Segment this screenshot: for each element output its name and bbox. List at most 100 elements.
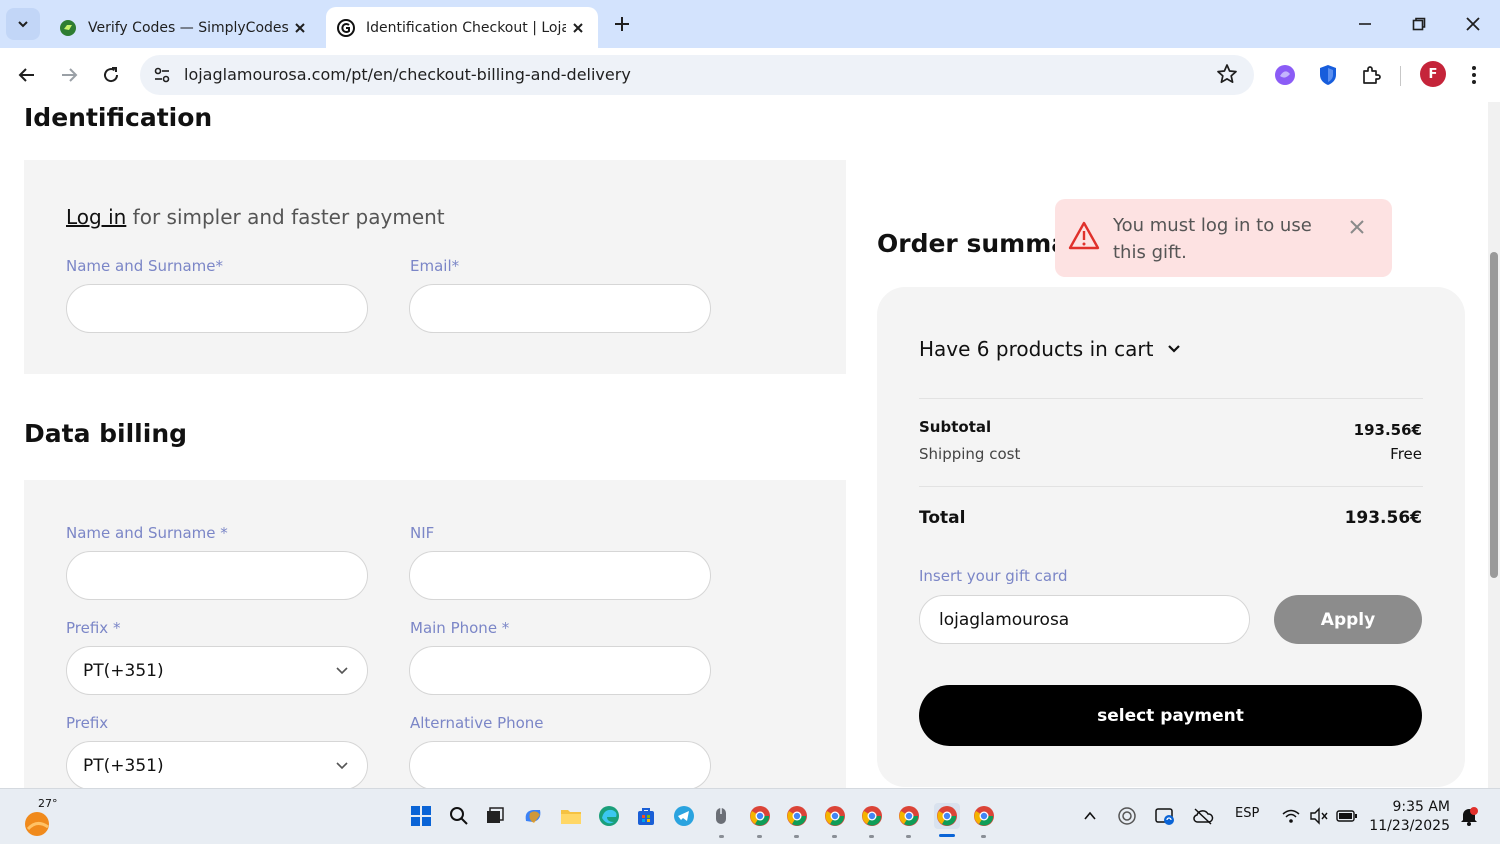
running-indicator [906,835,911,838]
profile-avatar[interactable]: F [1420,61,1446,87]
chrome-window-active[interactable] [934,803,960,829]
nif-input[interactable] [409,551,711,600]
summary-divider [919,398,1423,399]
wifi-icon[interactable] [1278,803,1304,829]
scrollbar-thumb[interactable] [1490,252,1498,578]
apply-gift-button[interactable]: Apply [1274,595,1422,644]
chrome-icon [937,806,957,826]
forward-button[interactable] [54,60,84,90]
subtotal-label: Subtotal [919,418,992,436]
cart-toggle-label: Have 6 products in cart [919,337,1154,361]
folder-icon [561,810,581,824]
reload-icon [104,67,119,83]
clock[interactable]: 9:35 AM 11/23/2025 [1369,798,1450,836]
id-email-input[interactable] [409,284,711,333]
running-indicator [869,835,874,838]
search-taskbar-button[interactable] [446,803,472,829]
tray-overflow-button[interactable] [1077,803,1103,829]
gift-card-value: lojaglamourosa [939,609,1070,630]
search-icon [450,807,468,825]
new-tab-button[interactable] [608,10,636,38]
main-phone-input[interactable] [409,646,711,695]
reload-button[interactable] [96,60,126,90]
address-bar[interactable]: lojaglamourosa.com/pt/en/checkout-billin… [140,55,1254,95]
extension-shield-icon[interactable] [1316,63,1340,87]
battery-icon[interactable] [1334,803,1360,829]
url-text[interactable]: lojaglamourosa.com/pt/en/checkout-billin… [184,65,631,84]
tab-strip: Verify Codes — SimplyCodes Identificatio… [0,0,1500,48]
minimize-button[interactable] [1350,10,1380,38]
mouse-icon [716,808,726,824]
chevron-up-icon [1084,811,1096,820]
login-link[interactable]: Log in [66,205,126,229]
bookmark-star-icon[interactable] [1216,63,1238,89]
notifications-icon[interactable] [1456,803,1482,829]
close-icon[interactable] [1347,217,1367,237]
gift-card-label: Insert your gift card [919,567,1068,585]
close-tab-icon[interactable] [288,16,312,40]
task-view-button[interactable] [482,803,508,829]
tab-simplycodes[interactable]: Verify Codes — SimplyCodes [48,7,320,48]
select-payment-button[interactable]: select payment [919,685,1422,746]
chrome-window-7[interactable] [971,803,997,829]
back-button[interactable] [12,60,42,90]
arrow-left-icon [18,68,34,82]
chrome-icon [750,806,770,826]
mouse-app-button[interactable] [708,803,734,829]
page-viewport: Identification Log in for simpler and fa… [0,102,1488,788]
tab-title: Identification Checkout | Loja Glamouros… [366,19,566,36]
shipping-value: Free [1390,445,1422,463]
weather-temperature: 27° [38,797,58,810]
chrome-icon [974,806,994,826]
nif-label: NIF [410,524,435,542]
tab-checkout[interactable]: Identification Checkout | Loja Glamouros… [326,7,598,48]
cloud-offline-icon[interactable] [1190,803,1216,829]
more-menu-icon[interactable] [1462,63,1486,87]
telegram-button[interactable] [671,803,697,829]
weather-widget[interactable]: 27° [22,797,62,837]
windows-logo-icon [411,806,431,826]
volume-muted-icon[interactable] [1306,803,1332,829]
error-toast: You must log in to use this gift. [1055,199,1392,277]
task-view-icon [487,807,504,823]
alt-phone-input[interactable] [409,741,711,788]
summary-divider [919,486,1423,487]
prefix-select[interactable]: PT(+351) [66,646,368,695]
store-icon [638,808,654,825]
extension-purple-icon[interactable] [1273,63,1297,87]
gift-card-input[interactable]: lojaglamourosa [919,595,1250,644]
extensions-puzzle-icon[interactable] [1359,63,1383,87]
arrow-right-icon [62,68,78,82]
restore-button[interactable] [1404,10,1434,38]
id-email-label: Email* [410,257,460,275]
billing-name-input[interactable] [66,551,368,600]
sync-icon[interactable] [1152,803,1178,829]
cart-toggle[interactable]: Have 6 products in cart [919,337,1181,361]
chrome-window-4[interactable] [859,803,885,829]
close-tab-icon[interactable] [566,16,590,40]
file-explorer-button[interactable] [558,803,584,829]
tab-search-button[interactable] [6,8,40,40]
site-info-button[interactable] [148,61,176,89]
prefix2-select[interactable]: PT(+351) [66,741,368,788]
chrome-window-3[interactable] [822,803,848,829]
start-button[interactable] [408,803,434,829]
close-window-button[interactable] [1458,10,1488,38]
prefix2-label: Prefix [66,714,109,732]
clock-date: 11/23/2025 [1369,818,1450,834]
prefix2-select-value: PT(+351) [83,755,164,776]
chrome-window-2[interactable] [784,803,810,829]
order-summary-panel: Have 6 products in cart Subtotal 193.56€… [877,287,1465,787]
edge-button[interactable] [596,803,622,829]
copilot-button[interactable] [520,803,546,829]
tab-title: Verify Codes — SimplyCodes [88,19,288,36]
prefix-label: Prefix * [66,619,121,637]
chrome-window-5[interactable] [896,803,922,829]
page-scrollbar[interactable] [1488,102,1500,788]
tray-app-icon[interactable] [1114,803,1140,829]
close-icon [1466,17,1480,31]
chrome-window-1[interactable] [747,803,773,829]
store-button[interactable] [633,803,659,829]
id-name-input[interactable] [66,284,368,333]
input-language[interactable]: ESP [1235,806,1259,821]
